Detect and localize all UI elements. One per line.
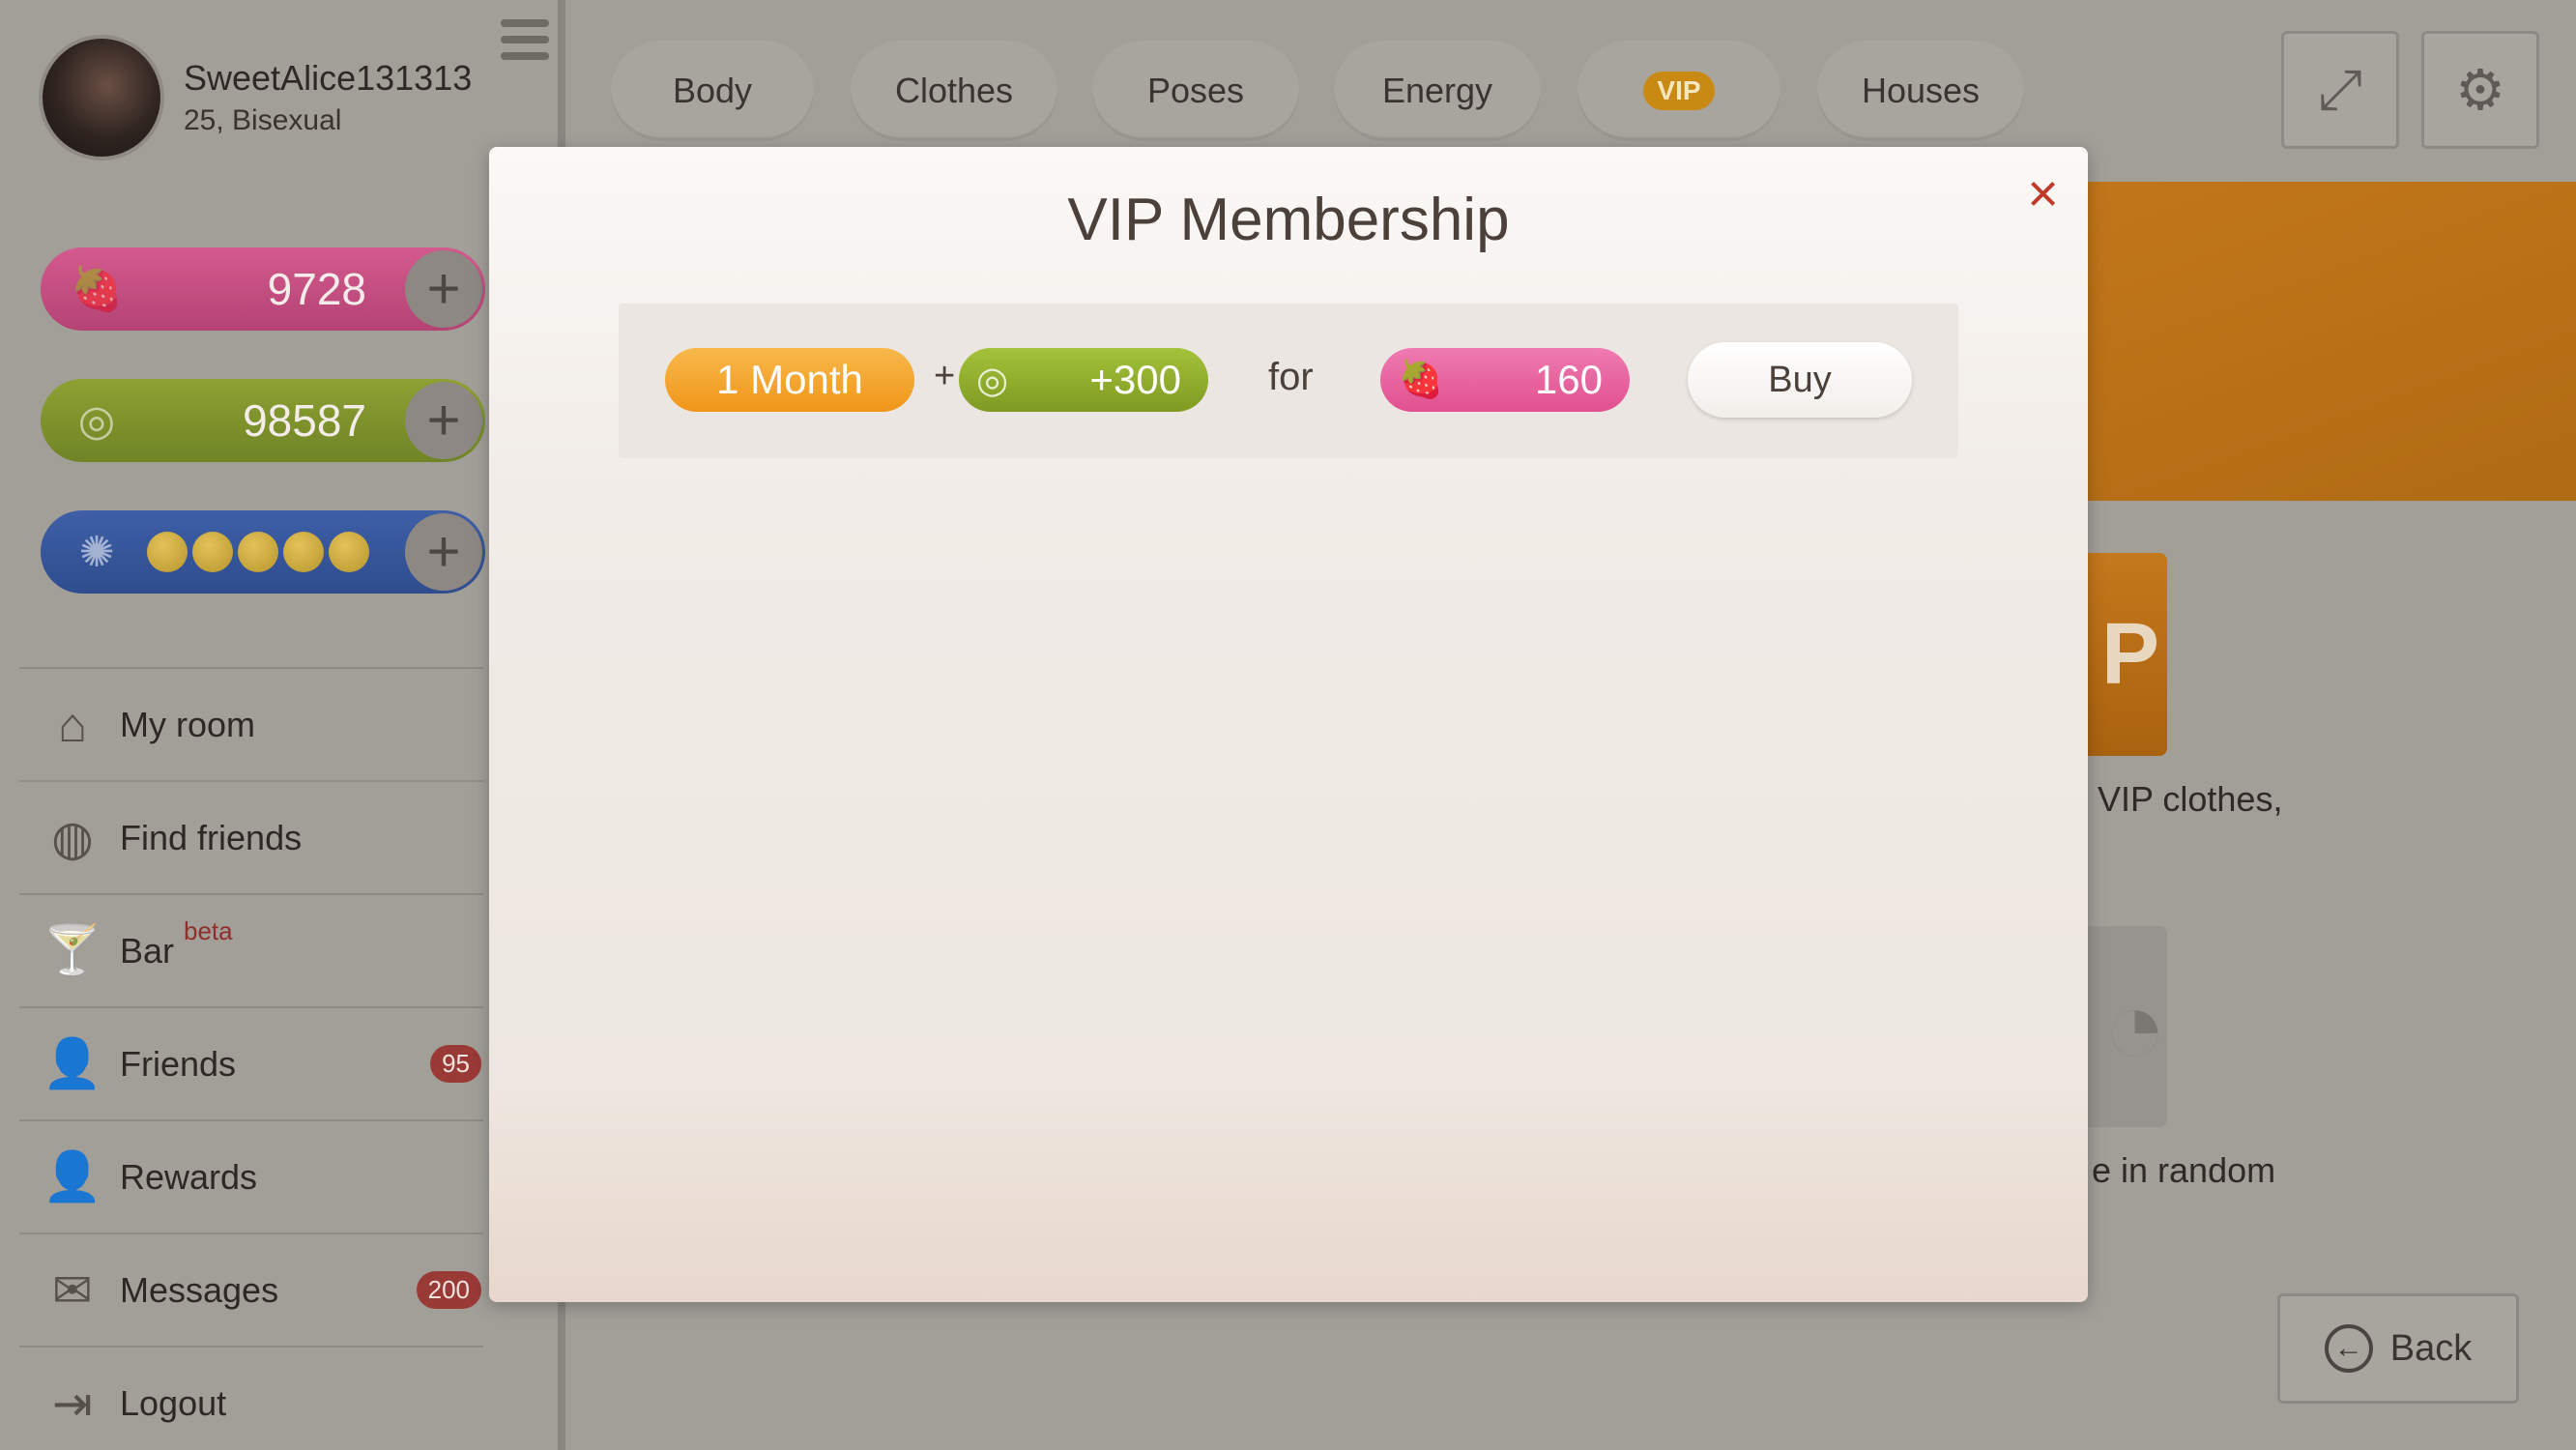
energy-dot — [283, 532, 324, 572]
profile-text: SweetAlice131313 25, Bisexual — [184, 58, 472, 137]
coins-bonus-pill: ◎ +300 — [959, 348, 1208, 412]
logout-icon: ⇥ — [52, 1376, 93, 1431]
coin-value: 98587 — [243, 395, 366, 446]
coins-icon: ◎ — [976, 360, 1009, 401]
menu-item-label: Messages — [120, 1269, 279, 1310]
energy-dot — [147, 532, 188, 572]
tab-vip[interactable]: VIP — [1577, 41, 1780, 141]
beta-tag: beta — [184, 916, 233, 945]
tab-houses[interactable]: Houses — [1817, 41, 2024, 141]
hamburger-menu-icon[interactable] — [501, 19, 549, 69]
tab-poses[interactable]: Poses — [1092, 41, 1299, 141]
menu-item-find-friends[interactable]: ◍ Find friends — [19, 780, 483, 893]
price-pill: 🍓 160 — [1380, 348, 1630, 412]
random-description-text: e in random — [2092, 1150, 2276, 1190]
buy-button[interactable]: Buy — [1688, 342, 1912, 418]
menu-item-my-room[interactable]: ⌂ My room — [19, 667, 483, 780]
menu-item-label: My room — [120, 704, 256, 744]
tab-energy[interactable]: Energy — [1334, 41, 1541, 141]
vip-badge: VIP — [1643, 72, 1715, 110]
strawberry-icon: 🍓 — [1398, 360, 1444, 400]
cocktail-icon: 🍸 — [42, 923, 103, 977]
vip-banner — [2078, 182, 2576, 501]
vip-description-text: VIP clothes, — [2098, 779, 2283, 819]
envelope-icon: ✉ — [52, 1262, 93, 1318]
tab-clothes[interactable]: Clothes — [851, 41, 1057, 141]
profile-name: SweetAlice131313 — [184, 58, 473, 98]
offer-row: 1 Month + ◎ +300 for 🍓 160 Buy — [619, 304, 1958, 458]
avatar[interactable] — [39, 35, 164, 160]
menu-item-friends[interactable]: 👤 Friends 95 — [19, 1006, 483, 1119]
menu-item-label: Find friends — [120, 817, 303, 857]
energy-icon: ✺ — [78, 528, 115, 576]
profile[interactable]: SweetAlice131313 25, Bisexual — [39, 35, 472, 160]
add-strawberries-button[interactable]: + — [405, 250, 482, 328]
tab-body[interactable]: Body — [611, 41, 814, 141]
vip-logo: P — [2078, 553, 2167, 756]
strawberry-value: 9728 — [267, 264, 366, 314]
main-menu: ⌂ My room ◍ Find friends 🍸 Bar beta 👤 Fr… — [19, 667, 483, 1450]
globe-icon: ◍ — [51, 810, 94, 865]
menu-item-label: Bar — [120, 930, 175, 971]
fullscreen-icon: ⤢ — [2317, 58, 2363, 121]
menu-item-label: Logout — [120, 1382, 227, 1423]
reward-icon: 👤 — [42, 1149, 103, 1204]
plus-sign: + — [934, 356, 956, 396]
coin-balance: ◎ 98587 + — [41, 379, 485, 462]
energy-dot — [238, 532, 278, 572]
coins-bonus-value: +300 — [1089, 357, 1181, 402]
dial-icon: ◔ — [2078, 926, 2167, 1127]
menu-item-rewards[interactable]: 👤 Rewards — [19, 1119, 483, 1232]
duration-pill: 1 Month — [665, 348, 914, 412]
settings-button[interactable]: ⚙ — [2421, 31, 2539, 149]
friends-count-badge: 95 — [430, 1045, 481, 1083]
strawberry-icon: 🍓 — [70, 266, 124, 313]
for-label: for — [1268, 356, 1314, 398]
energy-balance: ✺ + — [41, 510, 485, 594]
close-icon[interactable]: × — [2027, 166, 2059, 220]
menu-item-logout[interactable]: ⇥ Logout — [19, 1346, 483, 1450]
back-label: Back — [2389, 1327, 2473, 1369]
menu-item-label: Friends — [120, 1043, 237, 1084]
fullscreen-button[interactable]: ⤢ — [2281, 31, 2399, 149]
profile-subtitle: 25, Bisexual — [184, 104, 342, 136]
menu-item-messages[interactable]: ✉ Messages 200 — [19, 1232, 483, 1346]
house-icon: ⌂ — [57, 697, 88, 752]
modal-title: VIP Membership — [1067, 187, 1510, 253]
back-button[interactable]: ← Back — [2277, 1293, 2519, 1404]
strawberry-balance: 🍓 9728 + — [41, 247, 485, 331]
menu-item-label: Rewards — [120, 1156, 258, 1197]
price-value: 160 — [1534, 357, 1603, 402]
add-energy-button[interactable]: + — [405, 513, 482, 591]
vip-membership-modal: VIP Membership × 1 Month + ◎ +300 for 🍓 … — [489, 147, 2088, 1302]
person-icon: 👤 — [42, 1036, 103, 1090]
back-arrow-icon: ← — [2324, 1324, 2373, 1373]
coins-icon: ◎ — [77, 396, 116, 445]
gear-icon: ⚙ — [2455, 59, 2505, 122]
messages-count-badge: 200 — [416, 1271, 481, 1309]
sidebar: SweetAlice131313 25, Bisexual 🍓 9728 + ◎… — [0, 0, 565, 1450]
energy-dot — [329, 532, 369, 572]
energy-dot — [192, 532, 233, 572]
energy-level — [126, 532, 405, 572]
menu-item-bar[interactable]: 🍸 Bar beta — [19, 893, 483, 1006]
add-coins-button[interactable]: + — [405, 382, 482, 459]
